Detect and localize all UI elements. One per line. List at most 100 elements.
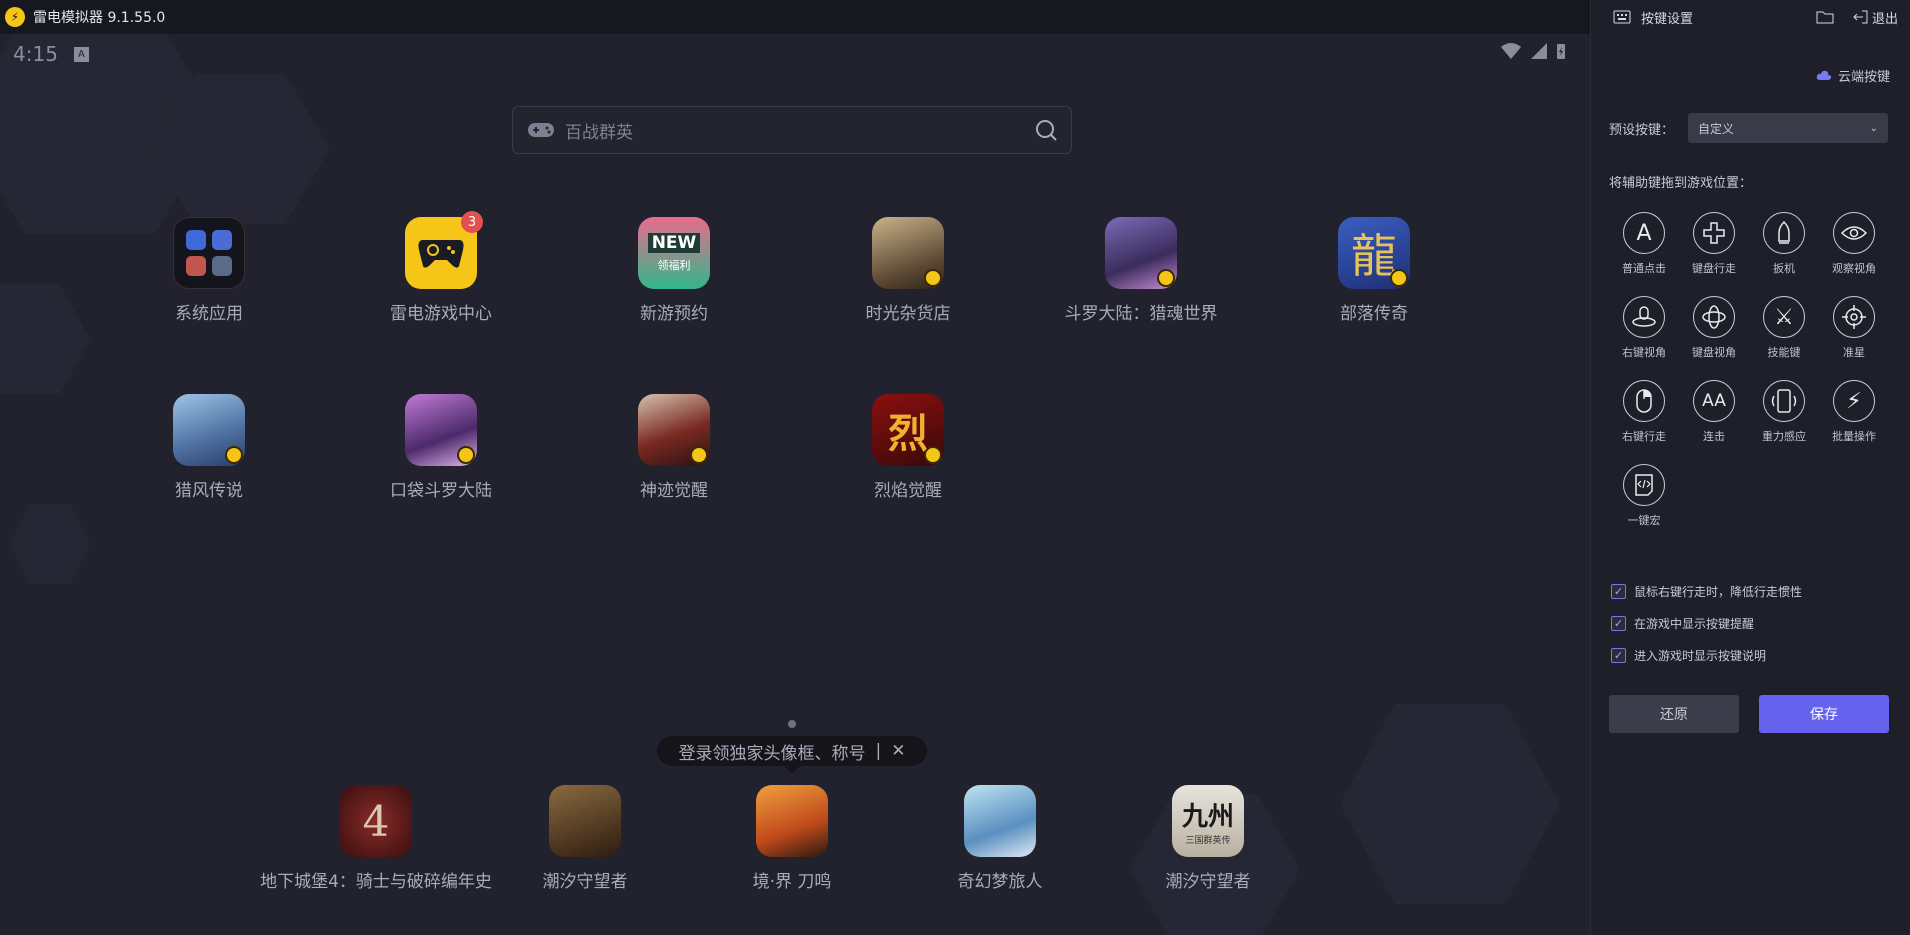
app-label: 时光杂货店 — [865, 304, 951, 324]
app-douluo-hunting[interactable]: 斗罗大陆：猎魂世界 — [1041, 217, 1241, 324]
exit-label: 退出 — [1871, 11, 1898, 27]
pocket-douluo-icon — [405, 394, 477, 466]
flame-awakening-icon: 烈 — [872, 394, 944, 466]
keyboard-icon — [1613, 10, 1631, 24]
jiuzhou-subtext: 三国群英传 — [1185, 836, 1231, 846]
checkbox[interactable]: ✓ — [1611, 584, 1626, 599]
crosshair-icon — [1833, 296, 1875, 338]
dpad-icon — [1693, 212, 1735, 254]
tide-watcher-icon — [549, 785, 621, 857]
dock-app-jiuzhou[interactable]: 九州 三国群英传 潮汐守望者 — [1088, 785, 1328, 892]
search-bar[interactable]: 百战群英 — [512, 106, 1072, 154]
app-hunting-wind[interactable]: 猎风传说 — [109, 394, 309, 501]
dock-label: 境·界 刀鸣 — [752, 872, 832, 892]
key-keyboard-walk[interactable]: 键盘行走 — [1679, 212, 1749, 276]
dock-label: 潮汐守望者 — [1165, 872, 1251, 892]
window-title: 雷电模拟器 9.1.55.0 — [33, 10, 166, 26]
option-show-key-hints[interactable]: ✓ 在游戏中显示按键提醒 — [1611, 615, 1754, 632]
page-indicator-dot[interactable] — [788, 720, 796, 728]
hunting-wind-icon — [173, 394, 245, 466]
key-label: 技能键 — [1767, 346, 1801, 359]
dock-app-tide-watcher[interactable]: 潮汐守望者 — [465, 785, 705, 892]
key-trigger[interactable]: 扳机 — [1749, 212, 1819, 276]
eye-icon — [1833, 212, 1875, 254]
key-batch-operation[interactable]: ⚡ 批量操作 — [1819, 380, 1889, 444]
key-right-click-walk[interactable]: 右键行走 — [1609, 380, 1679, 444]
option-label: 鼠标右键行走时，降低行走惯性 — [1634, 585, 1803, 599]
signal-icon — [1531, 43, 1547, 59]
key-gravity-sensor[interactable]: 重力感应 — [1749, 380, 1819, 444]
leidian-badge-icon — [225, 446, 243, 464]
combo-icon: AA — [1693, 380, 1735, 422]
option-show-key-guide[interactable]: ✓ 进入游戏时显示按键说明 — [1611, 647, 1766, 664]
open-folder-button[interactable] — [1816, 10, 1834, 24]
chevron-down-icon: ⌄ — [1869, 122, 1879, 134]
save-button[interactable]: 保存 — [1759, 695, 1889, 733]
app-system-apps[interactable]: 系统应用 — [109, 217, 309, 324]
preset-label: 预设按键： — [1609, 122, 1675, 138]
app-leidian-game-center[interactable]: 3 雷电游戏中心 — [341, 211, 541, 324]
key-crosshair[interactable]: 准星 — [1819, 296, 1889, 360]
leidian-badge-icon — [924, 446, 942, 464]
panel-title: 按键设置 — [1641, 11, 1694, 27]
dock-app-underground-castle[interactable]: 4 地下城堡4：骑士与破碎编年史 — [256, 785, 496, 892]
background-hex — [0, 284, 90, 394]
key-keyboard-view[interactable]: 键盘视角 — [1679, 296, 1749, 360]
bullet-icon — [1763, 212, 1805, 254]
key-observe-view[interactable]: 观察视角 — [1819, 212, 1889, 276]
checkbox[interactable]: ✓ — [1611, 616, 1626, 631]
app-flame-awakening[interactable]: 烈 烈焰觉醒 — [808, 394, 1008, 501]
cloud-keys-button[interactable]: 云端按键 — [1816, 66, 1890, 85]
key-combo[interactable]: AA 连击 — [1679, 380, 1749, 444]
dock-label: 潮汐守望者 — [542, 872, 628, 892]
tooltip-text: 登录领独家头像框、称号 — [678, 743, 866, 764]
app-tribe-legend[interactable]: 龍 部落传奇 — [1274, 217, 1474, 324]
key-macro[interactable]: 一键宏 — [1609, 464, 1679, 528]
exit-button[interactable]: 退出 — [1852, 8, 1898, 27]
leidian-badge-icon — [690, 446, 708, 464]
option-reduce-inertia[interactable]: ✓ 鼠标右键行走时，降低行走惯性 — [1611, 583, 1802, 600]
jiuzhou-icon: 九州 三国群英传 — [1172, 785, 1244, 857]
app-label: 新游预约 — [640, 304, 708, 324]
app-time-grocery[interactable]: 时光杂货店 — [808, 217, 1008, 324]
dock-app-bleach[interactable]: 境·界 刀鸣 — [672, 785, 912, 892]
new-game-icon: NEW 领福利 — [638, 217, 710, 289]
app-label: 烈焰觉醒 — [874, 481, 942, 501]
dock-app-fantasy-traveler[interactable]: 奇幻梦旅人 — [880, 785, 1120, 892]
notification-count-badge: 3 — [461, 211, 483, 233]
search-placeholder[interactable]: 百战群英 — [565, 118, 1035, 143]
app-new-game-booking[interactable]: NEW 领福利 新游预约 — [574, 217, 774, 324]
close-icon[interactable]: ✕ — [891, 741, 905, 761]
cloud-keys-label: 云端按键 — [1837, 70, 1890, 85]
lightning-icon: ⚡ — [1833, 380, 1875, 422]
app-pocket-douluo[interactable]: 口袋斗罗大陆 — [341, 394, 541, 501]
macro-icon — [1623, 464, 1665, 506]
key-palette: A 普通点击 键盘行走 扳机 观察视角 右键视角 键盘视角 ⚔ 技能键 准星 右… — [1609, 212, 1899, 528]
mouse-view-icon — [1623, 296, 1665, 338]
fantasy-traveler-icon — [964, 785, 1036, 857]
preset-row: 预设按键： 自定义 ⌄ — [1609, 113, 1889, 143]
app-miracle-awakening[interactable]: 神迹觉醒 — [574, 394, 774, 501]
search-icon[interactable] — [1035, 119, 1057, 141]
phone-tilt-icon — [1763, 380, 1805, 422]
key-label: 重力感应 — [1762, 430, 1806, 443]
key-label: 普通点击 — [1622, 262, 1666, 275]
key-normal-click[interactable]: A 普通点击 — [1609, 212, 1679, 276]
option-label: 在游戏中显示按键提醒 — [1634, 617, 1755, 631]
status-indicators — [1500, 42, 1566, 60]
leidian-badge-icon — [924, 269, 942, 287]
key-label: 准星 — [1843, 346, 1865, 359]
app-label: 斗罗大陆：猎魂世界 — [1064, 304, 1218, 324]
wifi-icon — [1501, 43, 1521, 59]
reset-button[interactable]: 还原 — [1609, 695, 1739, 733]
checkbox[interactable]: ✓ — [1611, 648, 1626, 663]
flame-glyph: 烈 — [888, 410, 928, 457]
login-reward-tooltip[interactable]: 登录领独家头像框、称号 | ✕ — [657, 736, 927, 774]
key-right-click-view[interactable]: 右键视角 — [1609, 296, 1679, 360]
bleach-icon — [756, 785, 828, 857]
key-skill[interactable]: ⚔ 技能键 — [1749, 296, 1819, 360]
preset-select[interactable]: 自定义 ⌄ — [1688, 113, 1889, 143]
notification-a-icon: A — [73, 46, 89, 62]
gamepad-icon — [528, 123, 554, 137]
cloud-icon — [1816, 70, 1832, 80]
